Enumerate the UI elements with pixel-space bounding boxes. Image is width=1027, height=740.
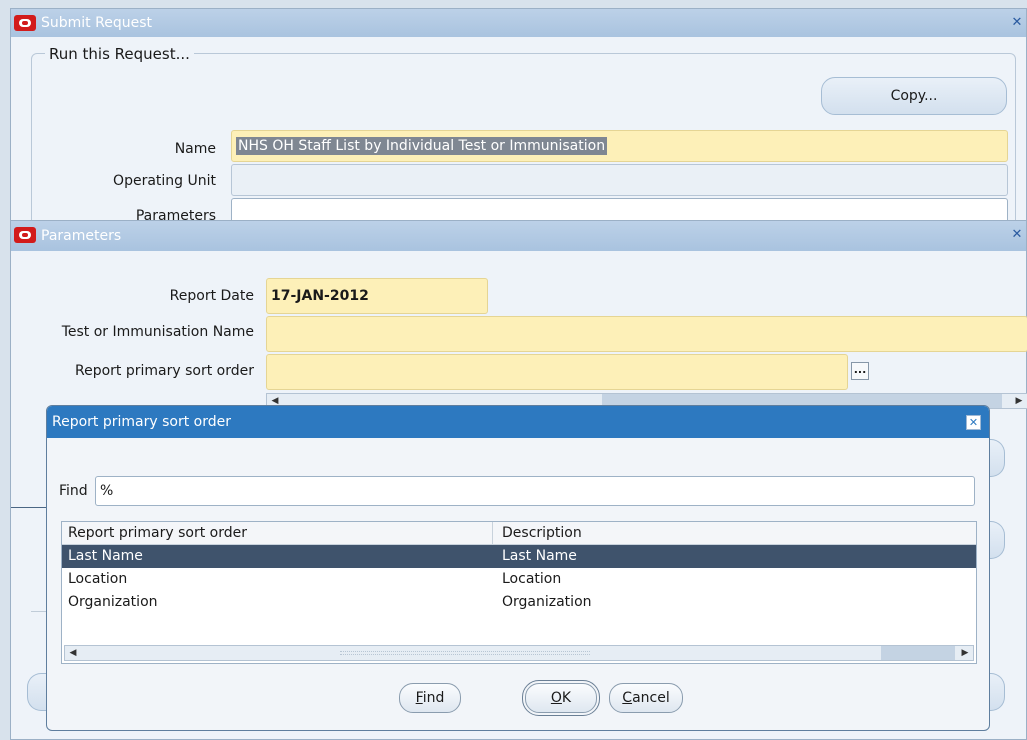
cancel-button-mnemonic: C [622,690,633,706]
scrollbar-thumb[interactable] [881,646,955,660]
find-button-label: ind [422,690,445,706]
close-icon[interactable]: ✕ [966,415,981,430]
copy-button[interactable]: Copy... [821,77,1007,115]
row-value: Last Name [68,548,143,564]
sort-order-field[interactable] [266,354,848,390]
lov-title: Report primary sort order [52,414,231,430]
test-name-field[interactable] [266,316,1027,352]
table-header: Report primary sort order Description [62,522,976,545]
report-date-value: 17-JAN-2012 [271,288,369,304]
row-value: Organization [68,594,158,610]
scroll-right-icon[interactable]: ▶ [957,646,973,660]
test-name-label: Test or Immunisation Name [61,324,254,340]
parameters-title: Parameters [41,228,122,244]
find-input[interactable]: % [95,476,975,506]
find-input-value: % [100,483,114,499]
column-header-description[interactable]: Description [502,522,582,545]
lov-title-bar[interactable]: Report primary sort order ✕ [47,406,989,438]
row-description: Location [502,571,562,587]
scroll-left-icon[interactable]: ◀ [65,646,81,660]
cancel-button[interactable]: Cancel [609,683,683,713]
name-label: Name [174,141,216,157]
run-request-group-label: Run this Request... [45,45,194,63]
table-row[interactable]: Location Location [62,568,976,591]
report-date-label: Report Date [169,288,254,304]
row-description: Organization [502,594,592,610]
find-button[interactable]: Find [399,683,461,713]
ok-button[interactable]: OK [522,680,600,716]
sort-order-label: Report primary sort order [75,363,254,379]
lov-dialog: Report primary sort order ✕ Find % Repor… [46,405,990,731]
find-label: Find [59,483,88,499]
name-field-value: NHS OH Staff List by Individual Test or … [236,137,608,155]
table-row[interactable]: Last Name Last Name [62,545,976,568]
operating-unit-field[interactable] [231,164,1008,196]
scrollbar-grip [340,651,590,655]
lov-results-table: Report primary sort order Description La… [61,521,977,664]
lov-horizontal-scrollbar[interactable]: ◀ ▶ [64,645,974,661]
report-date-field[interactable]: 17-JAN-2012 [266,278,488,314]
parameters-title-bar[interactable]: Parameters ✕ [11,221,1026,251]
list-of-values-button[interactable]: ... [851,362,869,380]
submit-request-title-bar[interactable]: Submit Request ✕ [11,9,1026,37]
cancel-button-label: ancel [632,690,670,706]
name-field[interactable]: NHS OH Staff List by Individual Test or … [231,130,1008,162]
oracle-logo-icon [14,15,36,31]
column-header-sort-order[interactable]: Report primary sort order [68,522,247,545]
find-button-mnemonic: F [415,690,423,706]
table-row[interactable]: Organization Organization [62,591,976,614]
row-value: Location [68,571,128,587]
copy-button-label: Copy... [890,88,938,104]
oracle-logo-icon [14,227,36,243]
submit-request-title: Submit Request [41,15,152,31]
divider-line [11,507,51,508]
close-icon[interactable]: ✕ [1010,227,1024,243]
submit-request-window: Submit Request ✕ Run this Request... Cop… [10,8,1027,244]
lov-button-label: ... [853,363,867,376]
ok-button-mnemonic: O [550,690,562,706]
row-description: Last Name [502,548,577,564]
scroll-right-icon[interactable]: ▶ [1011,394,1027,408]
ok-button-label: K [561,690,572,706]
close-icon[interactable]: ✕ [1010,15,1024,31]
operating-unit-label: Operating Unit [113,173,216,189]
